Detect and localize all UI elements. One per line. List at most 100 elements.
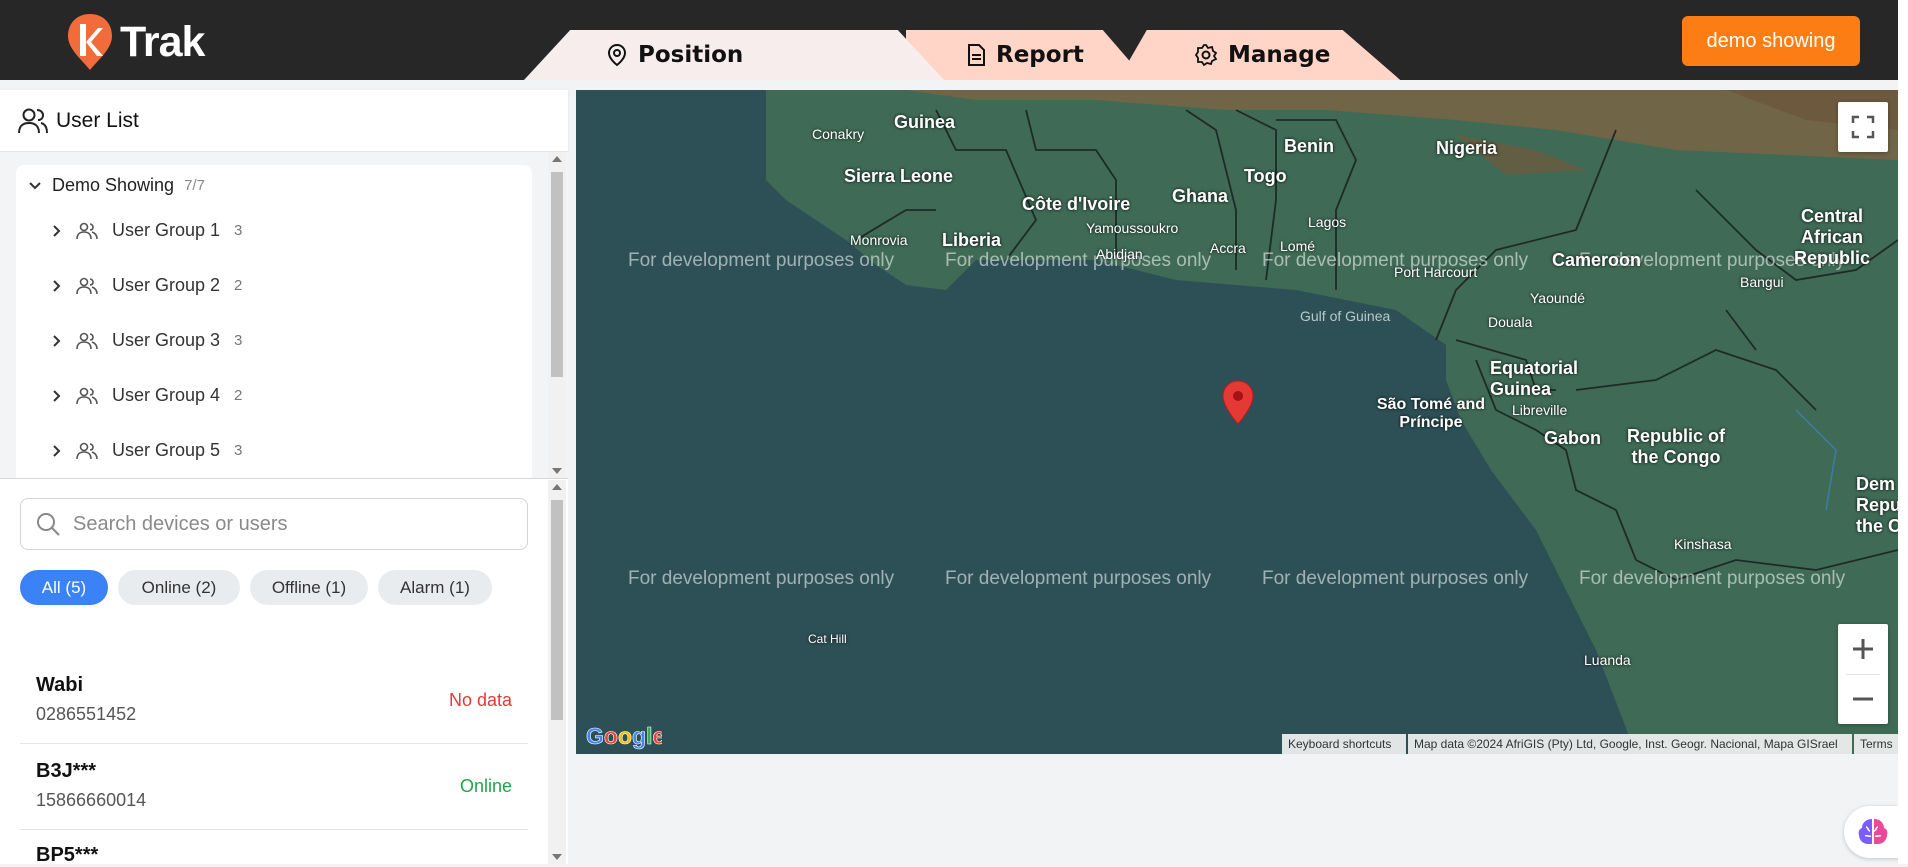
map-label: Conakry <box>812 126 865 142</box>
tree-item-user-group-1[interactable]: User Group 1 3 <box>52 220 242 241</box>
tree-root-count: 7/7 <box>184 177 205 194</box>
assistant-button[interactable] <box>1844 806 1900 858</box>
user-tree: Demo Showing 7/7 User Group 1 3 User Gro… <box>16 165 532 478</box>
map-view[interactable]: For development purposes only For develo… <box>576 90 1898 754</box>
account-button[interactable]: demo showing <box>1682 16 1860 66</box>
tree-item-user-group-2[interactable]: User Group 2 2 <box>52 275 242 296</box>
zoom-in-button[interactable] <box>1838 624 1888 674</box>
users-icon <box>76 332 98 349</box>
device-search[interactable] <box>20 498 528 550</box>
tree-item-label: User Group 3 <box>112 330 221 350</box>
map-label: Cat Hill <box>808 632 847 646</box>
device-list-item[interactable]: BP5*** <box>20 832 528 866</box>
fullscreen-button[interactable] <box>1838 102 1888 152</box>
tree-root-demo-showing[interactable]: Demo Showing 7/7 <box>28 175 205 196</box>
tree-item-label: User Group 5 <box>112 440 221 460</box>
users-icon <box>76 442 98 459</box>
chevron-right-icon[interactable] <box>52 334 62 348</box>
device-list-scrollbar[interactable] <box>548 480 566 864</box>
map-label: Benin <box>1284 136 1335 156</box>
search-input[interactable] <box>71 511 515 537</box>
map-label: Bangui <box>1740 274 1784 290</box>
document-icon <box>968 44 985 66</box>
fullscreen-icon <box>1851 115 1875 139</box>
map-label: Nigeria <box>1436 138 1498 158</box>
device-status: Online <box>459 776 512 796</box>
chevron-down-icon[interactable] <box>28 181 42 191</box>
google-logo[interactable]: Google <box>586 722 662 750</box>
map-label: Guinea <box>894 112 956 132</box>
map-label: Yaoundé <box>1530 290 1586 306</box>
tab-report-label: Report <box>996 42 1084 68</box>
tree-item-user-group-4[interactable]: User Group 4 2 <box>52 385 242 406</box>
map-label: Equatorial Guinea <box>1490 358 1579 399</box>
chevron-right-icon[interactable] <box>52 444 62 458</box>
chevron-right-icon[interactable] <box>52 224 62 238</box>
search-icon <box>37 513 60 536</box>
svg-text:Google: Google <box>586 723 662 749</box>
device-number: 0286551452 <box>36 704 137 724</box>
device-marker-icon[interactable] <box>1222 380 1254 426</box>
gear-icon <box>1194 44 1218 67</box>
scroll-up-icon[interactable] <box>552 156 562 162</box>
tree-item-label: User Group 4 <box>112 385 221 405</box>
users-icon <box>76 387 98 404</box>
app-logo[interactable]: Trak <box>66 12 205 72</box>
users-icon <box>76 277 98 294</box>
tree-item-count: 2 <box>234 277 243 294</box>
users-icon <box>18 108 48 133</box>
tree-item-label: User Group 2 <box>112 275 221 295</box>
scroll-down-icon[interactable] <box>552 854 562 860</box>
tab-manage[interactable]: Manage <box>1118 30 1401 80</box>
filter-alarm-chip[interactable]: Alarm (1) <box>378 570 492 605</box>
map-label: Douala <box>1488 314 1533 330</box>
tree-item-label: User Group 1 <box>112 220 221 240</box>
tree-scroll-thumb[interactable] <box>551 172 563 377</box>
scroll-up-icon[interactable] <box>552 484 562 490</box>
chevron-right-icon[interactable] <box>52 389 62 403</box>
tree-scrollbar[interactable] <box>548 152 566 478</box>
tab-report[interactable]: Report <box>906 30 1146 80</box>
device-name: B3J*** <box>36 760 97 782</box>
tab-position-label: Position <box>638 42 744 68</box>
dev-watermark: For development purposes only <box>1579 568 1846 589</box>
device-scroll-thumb[interactable] <box>551 500 563 720</box>
device-name: Wabi <box>36 674 84 696</box>
map-label: Yamoussoukro <box>1086 220 1179 236</box>
map-attribution: Map data ©2024 AfriGIS (Pty) Ltd, Google… <box>1408 734 1852 754</box>
filter-online-chip[interactable]: Online (2) <box>118 570 240 605</box>
map-label: Gabon <box>1544 428 1601 448</box>
tree-item-user-group-3[interactable]: User Group 3 3 <box>52 330 242 351</box>
filter-offline-chip[interactable]: Offline (1) <box>250 570 368 605</box>
device-list-item[interactable]: B3J*** 15866660014 Online <box>20 746 528 830</box>
chevron-right-icon[interactable] <box>52 279 62 293</box>
map-label: Côte d'Ivoire <box>1022 194 1131 214</box>
tree-root-label: Demo Showing <box>52 175 175 195</box>
map-label: Abidjan <box>1096 246 1143 262</box>
terms-link[interactable]: Terms <box>1854 734 1898 754</box>
map-label: Liberia <box>942 230 1002 250</box>
tab-position[interactable]: Position <box>524 30 944 80</box>
tree-item-count: 3 <box>234 442 243 459</box>
dev-watermark: For development purposes only <box>628 568 895 589</box>
map-label: Central African Republic <box>1793 206 1870 268</box>
device-list-item[interactable]: Wabi 0286551452 No data <box>20 660 528 744</box>
user-list-header: User List <box>0 90 568 152</box>
top-header: Trak Position Report Manage demo showing <box>0 0 1908 80</box>
map-label: São Tomé and Príncipe <box>1376 396 1486 431</box>
map-pin-icon <box>607 43 627 67</box>
map-label: Accra <box>1210 240 1246 256</box>
user-list-title: User List <box>56 108 139 132</box>
map-label: Ghana <box>1172 186 1229 206</box>
keyboard-shortcuts-link[interactable]: Keyboard shortcuts <box>1282 734 1406 754</box>
filter-all-chip[interactable]: All (5) <box>20 570 108 605</box>
zoom-control <box>1838 624 1888 724</box>
tree-item-user-group-5[interactable]: User Group 5 3 <box>52 440 242 461</box>
map-label: Lomé <box>1280 238 1316 254</box>
map-label: Sierra Leone <box>844 166 954 186</box>
logo-text: Trak <box>120 17 205 66</box>
zoom-out-button[interactable] <box>1838 674 1888 724</box>
device-number: 15866660014 <box>36 790 147 810</box>
page-scrollbar[interactable] <box>1898 80 1908 864</box>
scroll-down-icon[interactable] <box>552 468 562 474</box>
